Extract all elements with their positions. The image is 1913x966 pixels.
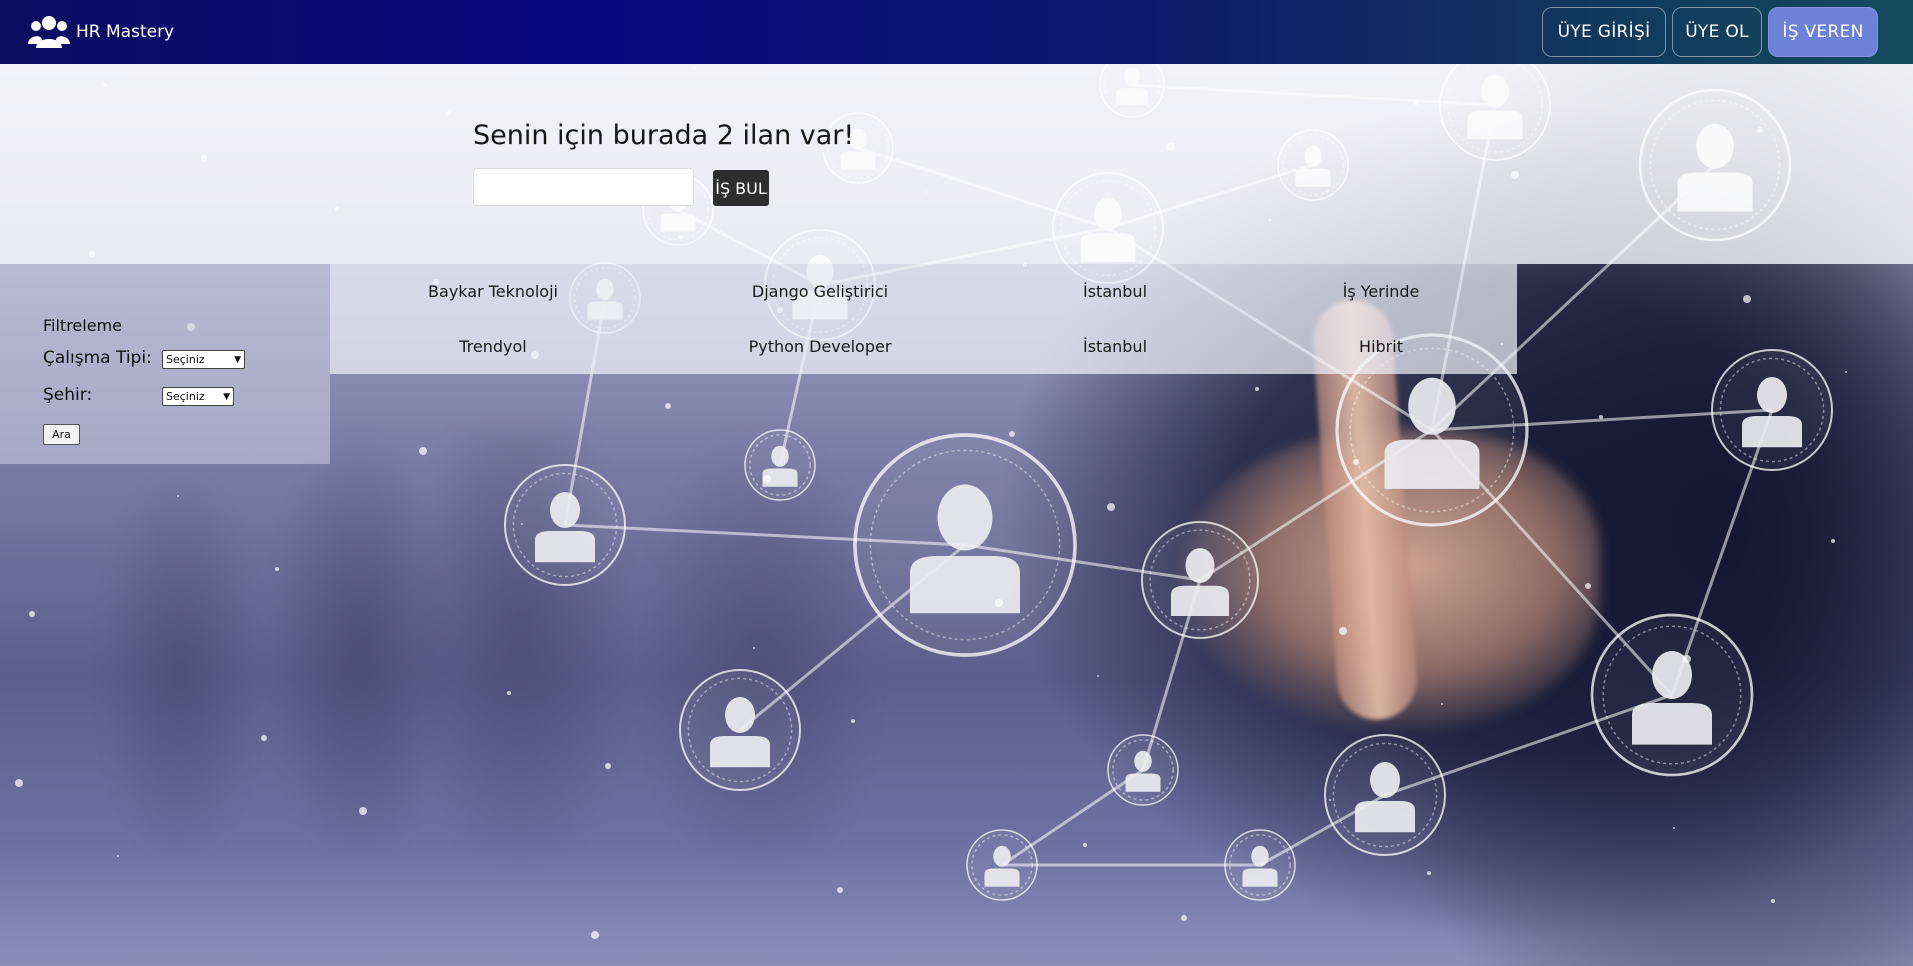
- job-listing-table: Baykar Teknoloji Django Geliştirici İsta…: [330, 264, 1517, 374]
- chevron-down-icon: ▼: [223, 391, 230, 402]
- job-company: Baykar Teknoloji: [428, 282, 558, 301]
- job-city: İstanbul: [1082, 282, 1148, 301]
- work-type-label: Çalışma Tipi:: [43, 348, 152, 368]
- work-type-select[interactable]: Seçiniz ▼: [162, 350, 245, 369]
- employer-button[interactable]: İŞ VEREN: [1768, 7, 1878, 57]
- work-type-selected-value: Seçiniz: [166, 353, 205, 366]
- job-work-type: Hibrit: [1359, 337, 1403, 356]
- filter-sidebar: Filtreleme Çalışma Tipi: Seçiniz ▼ Şehir…: [0, 264, 330, 464]
- job-city: İstanbul: [1082, 337, 1148, 356]
- city-label: Şehir:: [43, 385, 93, 405]
- job-count-heading: Senin için burada 2 ilan var!: [473, 120, 855, 151]
- brand-name: HR Mastery: [76, 22, 175, 42]
- city-select[interactable]: Seçiniz ▼: [162, 387, 234, 406]
- job-position: Python Developer: [748, 337, 892, 356]
- filter-search-button[interactable]: Ara: [43, 424, 80, 445]
- users-icon: [28, 16, 70, 48]
- find-job-button[interactable]: İŞ BUL: [713, 170, 769, 206]
- top-navbar: HR Mastery ÜYE GİRİŞİ ÜYE OL İŞ VEREN: [0, 0, 1913, 64]
- brand-logo[interactable]: HR Mastery: [28, 14, 174, 50]
- job-search-input[interactable]: [473, 168, 694, 206]
- city-selected-value: Seçiniz: [166, 390, 205, 403]
- job-company: Trendyol: [459, 337, 527, 356]
- register-button[interactable]: ÜYE OL: [1672, 7, 1762, 57]
- filter-title: Filtreleme: [43, 316, 122, 335]
- login-button[interactable]: ÜYE GİRİŞİ: [1542, 7, 1666, 57]
- chevron-down-icon: ▼: [234, 354, 241, 365]
- job-position: Django Geliştirici: [751, 282, 889, 301]
- hero-search-panel: Senin için burada 2 ilan var! İŞ BUL: [0, 64, 1913, 264]
- job-work-type: İş Yerinde: [1342, 282, 1420, 301]
